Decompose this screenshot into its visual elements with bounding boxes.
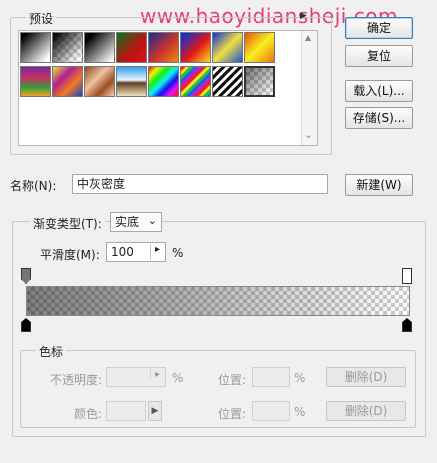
swatch-grid bbox=[20, 32, 278, 100]
color-location-input[interactable] bbox=[252, 401, 290, 421]
swatch-foreground-transparent[interactable] bbox=[52, 32, 83, 63]
smoothness-value: 100 bbox=[111, 245, 134, 259]
swatch-violet-orange[interactable] bbox=[148, 32, 179, 63]
opacity-stop-right[interactable] bbox=[402, 268, 412, 284]
delete-opacity-stop-button[interactable]: 删除(D) bbox=[326, 367, 406, 387]
swatch-black-white-2[interactable] bbox=[84, 32, 115, 63]
color-menu-arrow-icon[interactable]: ▶ bbox=[148, 401, 162, 421]
swatch-copper[interactable] bbox=[84, 66, 115, 97]
swatch-transparent-rainbow[interactable] bbox=[180, 66, 211, 97]
new-button[interactable]: 新建(W) bbox=[345, 174, 413, 196]
swatch-black-white[interactable] bbox=[20, 32, 51, 63]
scroll-down-icon[interactable]: ⌄ bbox=[304, 128, 313, 141]
scroll-up-icon[interactable]: ▲ bbox=[305, 33, 311, 42]
color-label: 颜色: bbox=[74, 407, 103, 421]
smoothness-label: 平滑度(M): bbox=[40, 248, 100, 262]
swatch-chrome[interactable] bbox=[116, 66, 147, 97]
name-input[interactable]: 中灰密度 bbox=[72, 174, 328, 194]
gradient-type-select[interactable]: 实底 ⌄ bbox=[110, 212, 162, 232]
opacity-location-label: 位置: bbox=[218, 373, 247, 387]
gradient-preview-bar[interactable] bbox=[26, 286, 410, 316]
swatch-red-green[interactable] bbox=[116, 32, 147, 63]
opacity-label: 不透明度: bbox=[50, 373, 103, 387]
color-location-label: 位置: bbox=[218, 407, 247, 421]
swatch-blue-yellow-blue[interactable] bbox=[212, 32, 243, 63]
stops-legend: 色标 bbox=[36, 343, 67, 360]
color-swatch-field[interactable] bbox=[106, 401, 146, 421]
gradient-type-value: 实底 bbox=[115, 215, 140, 229]
swatch-transparent-stripes[interactable] bbox=[212, 66, 243, 97]
opacity-location-unit: % bbox=[294, 371, 306, 385]
opacity-stepper-arrow[interactable]: ▸ bbox=[150, 369, 164, 380]
swatch-blue-red-yellow[interactable] bbox=[180, 32, 211, 63]
save-button[interactable]: 存储(S)... bbox=[345, 107, 413, 129]
smoothness-percent: % bbox=[172, 246, 184, 260]
smoothness-stepper-arrow[interactable]: ▸ bbox=[150, 244, 164, 260]
opacity-location-input[interactable] bbox=[252, 367, 290, 387]
swatch-violet-green-orange[interactable] bbox=[20, 66, 51, 97]
opacity-unit: % bbox=[172, 371, 184, 385]
name-label: 名称(N): bbox=[10, 179, 57, 193]
presets-legend: 预设 bbox=[26, 10, 57, 27]
swatch-orange-yellow-orange[interactable] bbox=[244, 32, 275, 63]
ok-button[interactable]: 确定 bbox=[345, 17, 413, 39]
swatch-neutral-density[interactable] bbox=[244, 66, 275, 97]
swatch-spectrum[interactable] bbox=[148, 66, 179, 97]
gradient-type-label: 渐变类型(T): bbox=[30, 215, 105, 232]
load-button[interactable]: 载入(L)... bbox=[345, 80, 413, 102]
delete-color-stop-button[interactable]: 删除(D) bbox=[326, 401, 406, 421]
color-location-unit: % bbox=[294, 405, 306, 419]
reset-button[interactable]: 复位 bbox=[345, 45, 413, 67]
chevron-down-icon: ⌄ bbox=[147, 214, 157, 227]
presets-menu-icon[interactable]: ▶ bbox=[300, 11, 307, 21]
swatch-yellow-violet-orange-blue[interactable] bbox=[52, 66, 83, 97]
